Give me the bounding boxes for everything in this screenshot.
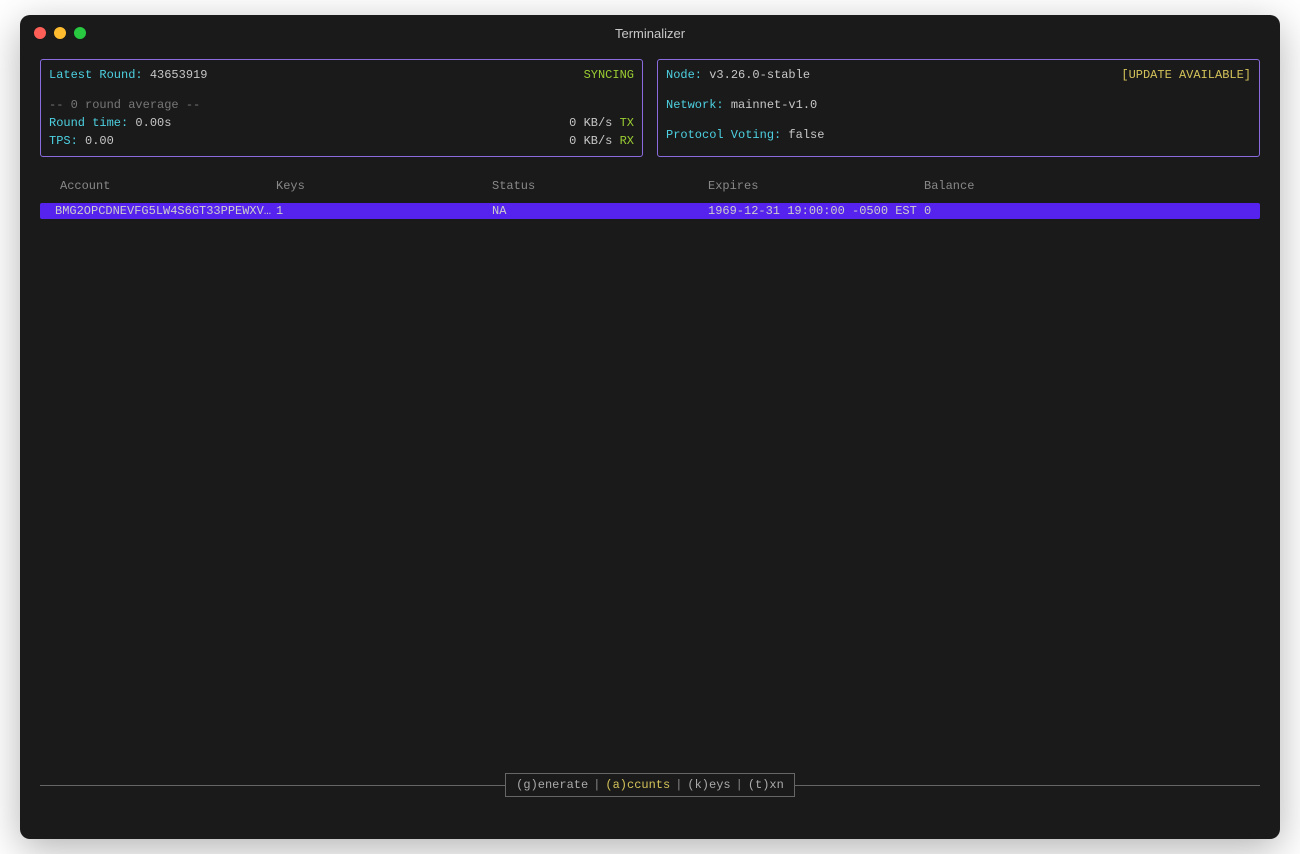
network-label: Network: [666,98,724,112]
separator: | [675,778,682,792]
round-average: -- 0 round average -- [49,96,634,114]
cell-keys: 1 [276,204,492,218]
cell-expires: 1969-12-31 19:00:00 -0500 EST [708,204,924,218]
maximize-icon[interactable] [74,27,86,39]
window-title: Terminalizer [615,26,685,41]
table-header: Account Keys Status Expires Balance [40,179,1260,193]
close-icon[interactable] [34,27,46,39]
cell-balance: 0 [924,204,1140,218]
header-expires: Expires [708,179,924,193]
cell-account: BMG2OPCDNEVFG5LW4S6GT33PPEWXVJD7X… [55,204,276,218]
footer-line-right [795,785,1260,786]
separator: | [593,778,600,792]
tx-rate: 0 KB/s [569,116,612,130]
action-txn[interactable]: (t)xn [748,778,784,792]
round-time-value: 0.00s [135,116,171,130]
header-account: Account [60,179,276,193]
traffic-lights [34,27,86,39]
footer-actions: (g)enerate | (a)ccunts | (k)eys | (t)xn [505,773,795,797]
node-value: v3.26.0-stable [709,68,810,82]
header-balance: Balance [924,179,1140,193]
footer-line-left [40,785,505,786]
rx-rate: 0 KB/s [569,134,612,148]
table-row[interactable]: BMG2OPCDNEVFG5LW4S6GT33PPEWXVJD7X… 1 NA … [40,203,1260,219]
terminal-content: Latest Round: 43653919 SYNCING -- 0 roun… [20,51,1280,839]
tps-value: 0.00 [85,134,114,148]
footer-bar: (g)enerate | (a)ccunts | (k)eys | (t)xn [40,773,1260,797]
minimize-icon[interactable] [54,27,66,39]
sync-status: SYNCING [584,66,634,84]
node-panel: Node: v3.26.0-stable [UPDATE AVAILABLE] … [657,59,1260,157]
terminal-window: Terminalizer Latest Round: 43653919 SYNC… [20,15,1280,839]
network-value: mainnet-v1.0 [731,98,817,112]
cell-status: NA [492,204,708,218]
action-accounts[interactable]: (a)ccunts [605,778,670,792]
round-time-label: Round time: [49,116,128,130]
header-status: Status [492,179,708,193]
latest-round-value: 43653919 [150,68,208,82]
titlebar: Terminalizer [20,15,1280,51]
update-badge: [UPDATE AVAILABLE] [1121,66,1251,84]
latest-round-label: Latest Round: [49,68,143,82]
action-generate[interactable]: (g)enerate [516,778,588,792]
node-label: Node: [666,68,702,82]
separator: | [736,778,743,792]
tps-label: TPS: [49,134,78,148]
header-keys: Keys [276,179,492,193]
tx-label: TX [620,116,634,130]
protocol-label: Protocol Voting: [666,128,781,142]
protocol-value: false [788,128,824,142]
action-keys[interactable]: (k)eys [687,778,730,792]
status-panel: Latest Round: 43653919 SYNCING -- 0 roun… [40,59,643,157]
rx-label: RX [620,134,634,148]
